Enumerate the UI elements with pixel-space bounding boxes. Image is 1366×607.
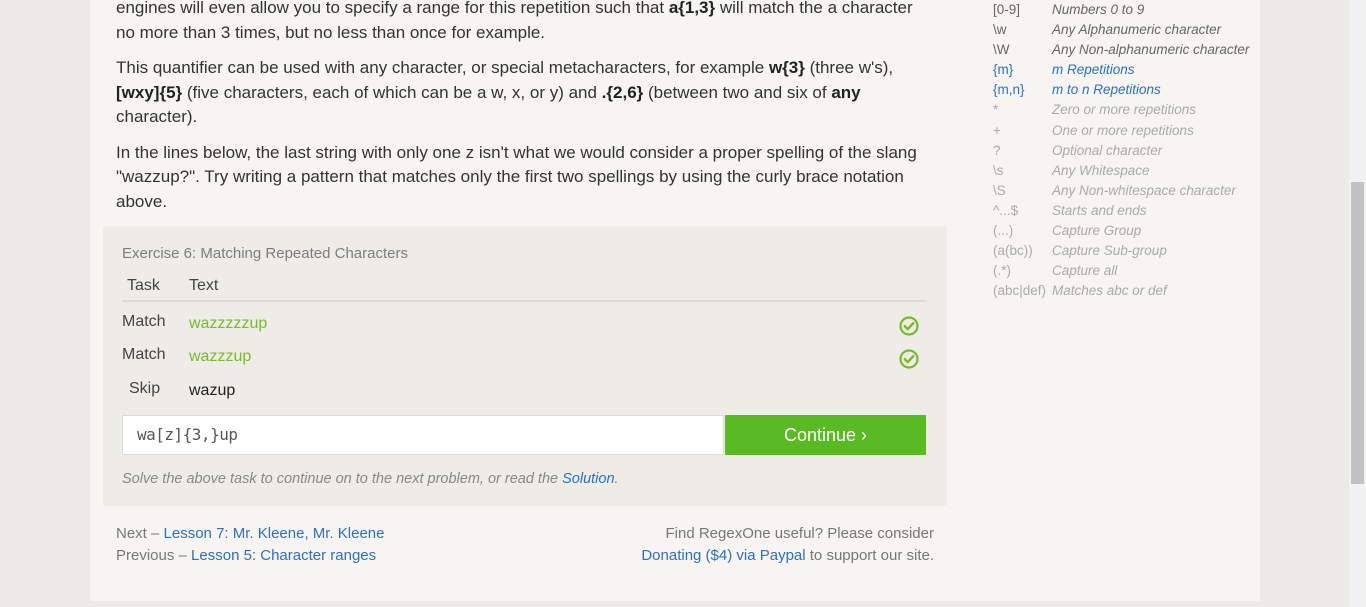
lesson-paragraph-1: engines will even allow you to specify a… <box>116 0 936 45</box>
cheatsheet-symbol: (...) <box>993 223 1014 239</box>
cheatsheet-description: m Repetitions <box>1052 62 1135 78</box>
solve-hint: Solve the above task to continue on to t… <box>122 471 619 487</box>
cheatsheet-symbol: \s <box>993 162 1004 178</box>
cheatsheet-description: Capture Group <box>1052 223 1142 239</box>
donate-suffix: to support our site. <box>805 547 934 564</box>
regex-input[interactable]: wa[z]{3,}up <box>122 415 724 455</box>
code-example: .{2,6} <box>601 82 644 102</box>
next-lesson-link[interactable]: Lesson 7: Mr. Kleene, Mr. Kleene <box>164 525 385 542</box>
cheatsheet-symbol: [0-9] <box>993 2 1021 17</box>
row-3-task: Skip <box>129 380 161 397</box>
text-run: This quantifier can be used with any cha… <box>116 58 769 77</box>
cheatsheet-description: Zero or more repetitions <box>1052 102 1197 118</box>
row-1-text: wazzzzzup <box>189 315 268 332</box>
header-divider <box>122 300 927 302</box>
solve-hint-text: Solve the above task to continue on to t… <box>122 471 563 487</box>
cheatsheet-description: Any Whitespace <box>1052 162 1150 178</box>
row-2-text: wazzzup <box>189 348 252 365</box>
next-prefix: Next – <box>116 525 164 542</box>
code-example: [wxy]{5} <box>116 82 183 102</box>
exercise-title: Exercise 6: Matching Repeated Characters <box>122 245 408 262</box>
solve-hint-end: . <box>614 471 619 487</box>
column-header-text: Text <box>189 277 219 294</box>
text-run: engines will even allow you to specify a… <box>116 0 669 17</box>
scrollbar[interactable] <box>1349 0 1366 607</box>
lesson-text: engines will even allow you to specify a… <box>116 0 936 225</box>
cheatsheet-description: Capture all <box>1052 263 1118 279</box>
cheatsheet-symbol: \S <box>993 182 1006 198</box>
cheatsheet-description: m to n Repetitions <box>1052 82 1161 98</box>
page-container: engines will even allow you to specify a… <box>90 0 1260 601</box>
cheatsheet-description: Any Alphanumeric character <box>1052 22 1222 38</box>
previous-lesson-link[interactable]: Lesson 5: Character ranges <box>191 547 376 564</box>
row-1-task: Match <box>122 313 166 330</box>
scrollbar-thumb[interactable] <box>1351 182 1364 484</box>
cheatsheet-symbol: * <box>993 102 999 118</box>
code-example: w{3} <box>768 58 805 77</box>
exercise-panel: Exercise 6: Matching Repeated Characters… <box>103 226 947 506</box>
cheatsheet-description: Numbers 0 to 9 <box>1052 2 1145 17</box>
check-circle-icon <box>899 349 919 369</box>
cheatsheet-symbol: {m,n} <box>993 82 1025 98</box>
text-run: (between two and six of <box>643 82 832 102</box>
donate-line: Donating ($4) via Paypal to support our … <box>641 545 934 567</box>
cheatsheet-symbol: (.*) <box>993 263 1011 279</box>
check-circle-icon <box>899 316 919 336</box>
text-run: (five characters, each of which can be a… <box>182 82 602 102</box>
cheatsheet-symbol: ^...$ <box>993 202 1019 218</box>
code-example: any <box>831 82 861 102</box>
cheatsheet-description: One or more repetitions <box>1052 122 1194 138</box>
cheatsheet-symbol: \W <box>993 42 1010 58</box>
cheatsheet-symbol: + <box>993 122 1001 138</box>
previous-prefix: Previous – <box>116 547 192 564</box>
donate-notice: Find RegexOne useful? Please consider Do… <box>641 523 934 567</box>
cheatsheet-description: Capture Sub-group <box>1052 243 1167 259</box>
text-run: character). <box>116 107 198 126</box>
cheatsheet-description: Any Non-whitespace character <box>1052 182 1236 198</box>
donate-text: Find RegexOne useful? Please consider <box>665 525 935 542</box>
cheatsheet-symbol: (abc|def) <box>993 283 1047 299</box>
next-lesson: Next – Lesson 7: Mr. Kleene, Mr. Kleene <box>116 523 385 545</box>
code-example: a{1,3} <box>668 0 716 17</box>
cheatsheet-description: Starts and ends <box>1052 202 1147 218</box>
row-2-task: Match <box>122 346 166 363</box>
continue-button[interactable]: Continue › <box>725 415 926 455</box>
cheatsheet-description: Optional character <box>1052 142 1163 158</box>
solution-link[interactable]: Solution <box>562 471 614 487</box>
donate-link[interactable]: Donating ($4) via Paypal <box>641 547 805 564</box>
previous-lesson: Previous – Lesson 5: Character ranges <box>116 545 385 567</box>
cheatsheet-symbol: ? <box>993 142 1001 158</box>
row-3-text: wazup <box>189 382 236 399</box>
cheatsheet-description: Any Non-alphanumeric character <box>1052 42 1250 58</box>
lesson-navigation: Next – Lesson 7: Mr. Kleene, Mr. Kleene … <box>116 523 385 567</box>
text-run: (three w's), <box>804 58 894 77</box>
lesson-paragraph-2: This quantifier can be used with any cha… <box>116 56 936 130</box>
cheatsheet-symbol: \w <box>993 22 1007 38</box>
column-header-task: Task <box>127 277 160 294</box>
cheatsheet-description: Matches abc or def <box>1052 283 1167 299</box>
cheatsheet-symbol: (a(bc)) <box>993 243 1033 259</box>
lesson-paragraph-3: In the lines below, the last string with… <box>116 142 917 211</box>
cheatsheet-symbol: {m} <box>993 62 1014 78</box>
